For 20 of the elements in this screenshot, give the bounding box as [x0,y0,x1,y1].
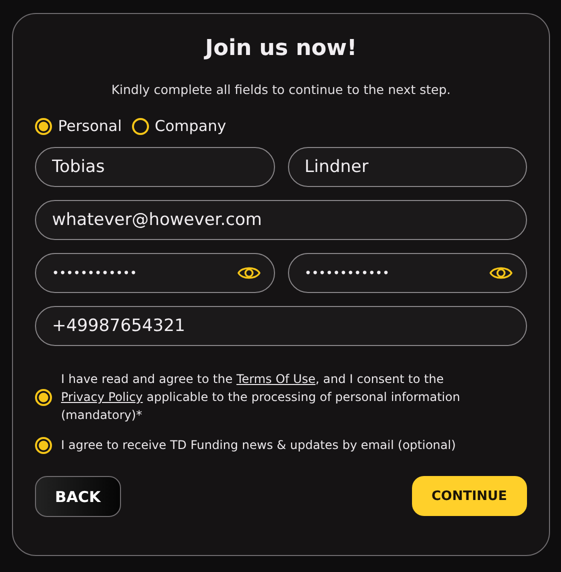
radio-label[interactable]: Company [154,117,226,135]
consent-checkbox[interactable] [35,436,52,454]
consent-text: I agree to receive TD Funding news & updates by email (optional) [61,437,456,454]
input-field[interactable]: Tobias [35,147,274,187]
input-field[interactable]: •••••••••••• [288,253,527,293]
radio-label[interactable]: Personal [58,117,122,135]
input-field[interactable]: whatever@however.com [35,200,527,240]
form-subtitle: Kindly complete all fields to continue to the next step. [110,81,452,99]
continue-button[interactable]: CONTINUE [412,476,527,516]
radio-button[interactable] [35,118,52,134]
policy-link[interactable]: Terms Of Use [236,372,316,386]
back-button[interactable]: BACK [35,476,121,517]
consent-text: I have read and agree to the Terms Of Use, and I consent to the Privacy Policy applicable to the processing of personal information (mandatory)* [61,371,462,424]
input-field[interactable]: •••••••••••• [35,253,274,293]
input-field[interactable]: Lindner [288,147,527,187]
radio-button[interactable] [132,118,149,134]
input-field[interactable]: +49987654321 [35,306,527,346]
policy-link[interactable]: Privacy Policy [61,390,143,404]
form-title: Join us now! [202,35,358,63]
consent-checkbox[interactable] [35,388,52,406]
